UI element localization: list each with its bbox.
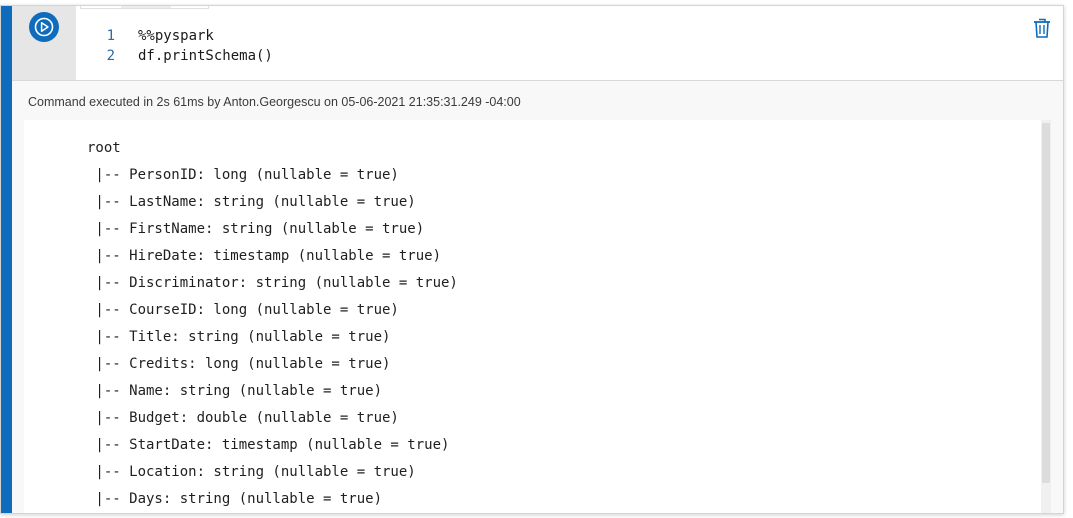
delete-cell-button[interactable]	[1031, 16, 1053, 40]
output-line: |-- HireDate: timestamp (nullable = true…	[87, 248, 442, 264]
output-line: |-- Credits: long (nullable = true)	[87, 356, 391, 372]
output-scrollbar[interactable]	[1041, 120, 1051, 513]
play-circle-icon	[34, 17, 54, 37]
code-text[interactable]: %%pyspark df.printSchema()	[138, 26, 273, 66]
output-text-box: root |-- PersonID: long (nullable = true…	[24, 120, 1051, 513]
trash-icon	[1034, 18, 1050, 38]
output-line: |-- Discriminator: string (nullable = tr…	[87, 275, 458, 291]
notebook-code-cell[interactable]: 1 2 %%pyspark df.printSchema() Command ex…	[0, 5, 1064, 514]
execution-status: Command executed in 2s 61ms by Anton.Geo…	[28, 95, 521, 109]
output-line: |-- StartDate: timestamp (nullable = tru…	[87, 437, 450, 453]
output-line: root	[87, 140, 121, 156]
output-line: |-- LastName: string (nullable = true)	[87, 194, 416, 210]
schema-output: root |-- PersonID: long (nullable = true…	[87, 135, 458, 513]
output-line: |-- Budget: double (nullable = true)	[87, 410, 399, 426]
output-line: |-- CourseID: long (nullable = true)	[87, 302, 399, 318]
output-line: |-- PersonID: long (nullable = true)	[87, 167, 399, 183]
code-line[interactable]: %%pyspark	[138, 26, 273, 46]
output-line: |-- Location: string (nullable = true)	[87, 464, 416, 480]
code-editor[interactable]: 1 2 %%pyspark df.printSchema()	[12, 6, 1063, 80]
cell-output: Command executed in 2s 61ms by Anton.Geo…	[12, 81, 1063, 513]
cell-toolbar-tab[interactable]	[121, 6, 171, 8]
output-line: |-- FirstName: string (nullable = true)	[87, 221, 425, 237]
output-line: |-- Days: string (nullable = true)	[87, 491, 383, 507]
cell-gutter	[12, 6, 76, 80]
code-line[interactable]: df.printSchema()	[138, 46, 273, 66]
line-number: 2	[106, 48, 115, 64]
output-line: |-- Title: string (nullable = true)	[87, 329, 391, 345]
scrollbar-thumb[interactable]	[1042, 123, 1050, 483]
line-numbers: 1 2	[76, 26, 123, 66]
run-cell-button[interactable]	[29, 12, 59, 42]
line-number: 1	[106, 28, 115, 44]
output-line: |-- Name: string (nullable = true)	[87, 383, 383, 399]
cell-toolbar-tabs	[80, 6, 209, 9]
active-cell-indicator	[1, 6, 12, 513]
